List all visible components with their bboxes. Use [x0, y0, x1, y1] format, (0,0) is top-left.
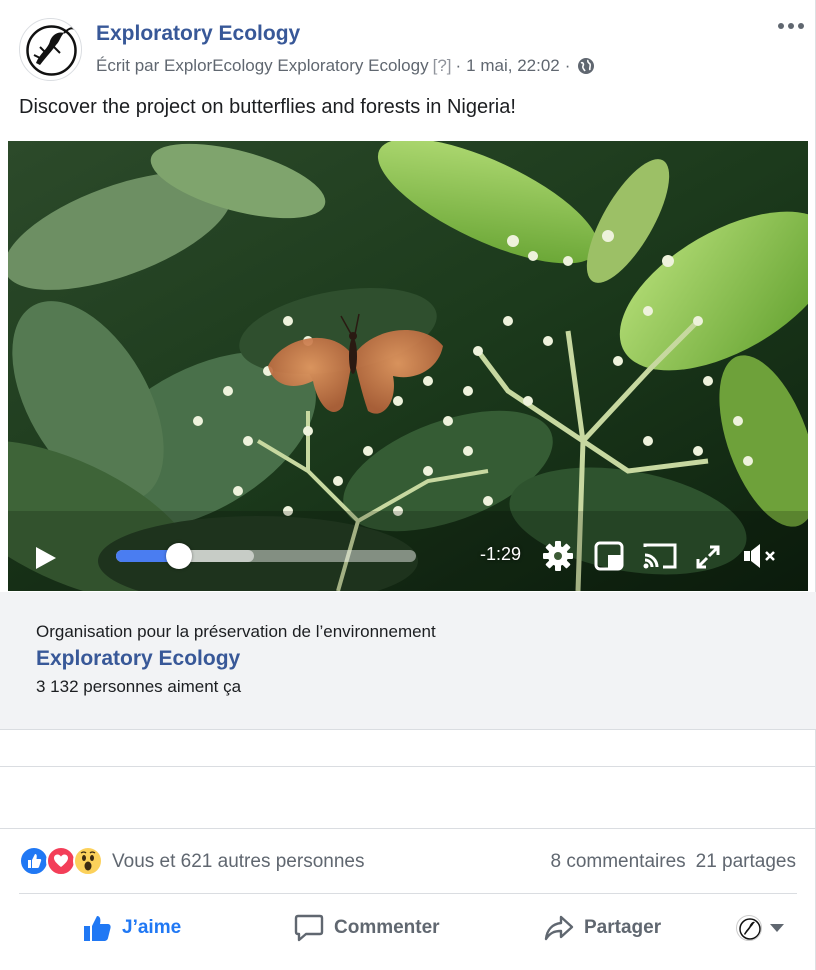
thumbs-up-icon	[84, 916, 111, 941]
page-info-name-link[interactable]: Exploratory Ecology	[36, 647, 240, 671]
divider	[0, 766, 816, 767]
share-label: Partager	[584, 917, 662, 938]
comments-count[interactable]: 8 commentaires	[550, 851, 685, 872]
post-meta: Écrit par ExplorEcology Exploratory Ecol…	[96, 56, 596, 76]
facebook-post: Exploratory Ecology Écrit par ExplorEcol…	[0, 0, 816, 970]
butterfly-video-frame	[8, 141, 808, 591]
love-reaction-icon	[46, 846, 76, 876]
scrubber-handle[interactable]	[166, 543, 192, 569]
comment-button[interactable]: Commenter	[294, 908, 440, 948]
fullscreen-icon[interactable]	[694, 543, 722, 571]
post-as-selector[interactable]	[736, 910, 786, 946]
post-message: Discover the project on butterflies and …	[19, 96, 516, 118]
share-button[interactable]: Partager	[544, 908, 661, 948]
chevron-down-icon	[770, 924, 784, 932]
reactions-summary[interactable]: Vous et 621 autres personnes	[112, 851, 364, 873]
wow-reaction-icon	[73, 846, 103, 876]
comment-label: Commenter	[334, 917, 440, 938]
comment-bubble-icon	[294, 914, 324, 942]
engagement-counts: 8 commentaires 21 partages	[550, 851, 796, 873]
author-line[interactable]: Écrit par ExplorEcology Exploratory Ecol…	[96, 56, 429, 76]
video-player[interactable]: -1:29	[8, 141, 808, 591]
remaining-time: -1:29	[480, 544, 522, 564]
cast-icon[interactable]	[643, 541, 677, 571]
like-button[interactable]: J’aime	[82, 908, 181, 948]
share-arrow-icon	[544, 915, 574, 941]
help-link[interactable]: [?]	[433, 56, 452, 76]
page-avatar[interactable]	[19, 18, 82, 81]
meta-separator: ·	[455, 56, 462, 75]
page-category: Organisation pour la préservation de l’e…	[36, 622, 436, 641]
page-mini-avatar	[736, 915, 762, 941]
divider	[0, 828, 816, 829]
picture-in-picture-icon[interactable]	[594, 541, 624, 571]
play-icon[interactable]	[34, 545, 58, 571]
volume-muted-icon[interactable]	[742, 541, 778, 571]
lizard-logo-icon	[26, 25, 77, 76]
globe-icon[interactable]	[576, 56, 596, 76]
settings-gear-icon[interactable]	[541, 539, 575, 573]
page-likes-count: 3 132 personnes aiment ça	[36, 677, 242, 696]
like-label: J’aime	[122, 917, 182, 938]
divider	[19, 893, 797, 894]
page-info-card[interactable]: Organisation pour la préservation de l’e…	[0, 592, 816, 730]
like-reaction-icon	[19, 846, 49, 876]
more-options-icon[interactable]	[776, 14, 806, 38]
reaction-icons[interactable]	[19, 846, 103, 878]
meta-separator-2: ·	[564, 56, 571, 75]
shares-count[interactable]: 21 partages	[696, 851, 796, 872]
video-progress-bar[interactable]	[116, 543, 416, 569]
lizard-logo-icon	[739, 918, 761, 940]
page-name-link[interactable]: Exploratory Ecology	[96, 22, 300, 46]
post-timestamp[interactable]: 1 mai, 22:02	[466, 56, 560, 76]
